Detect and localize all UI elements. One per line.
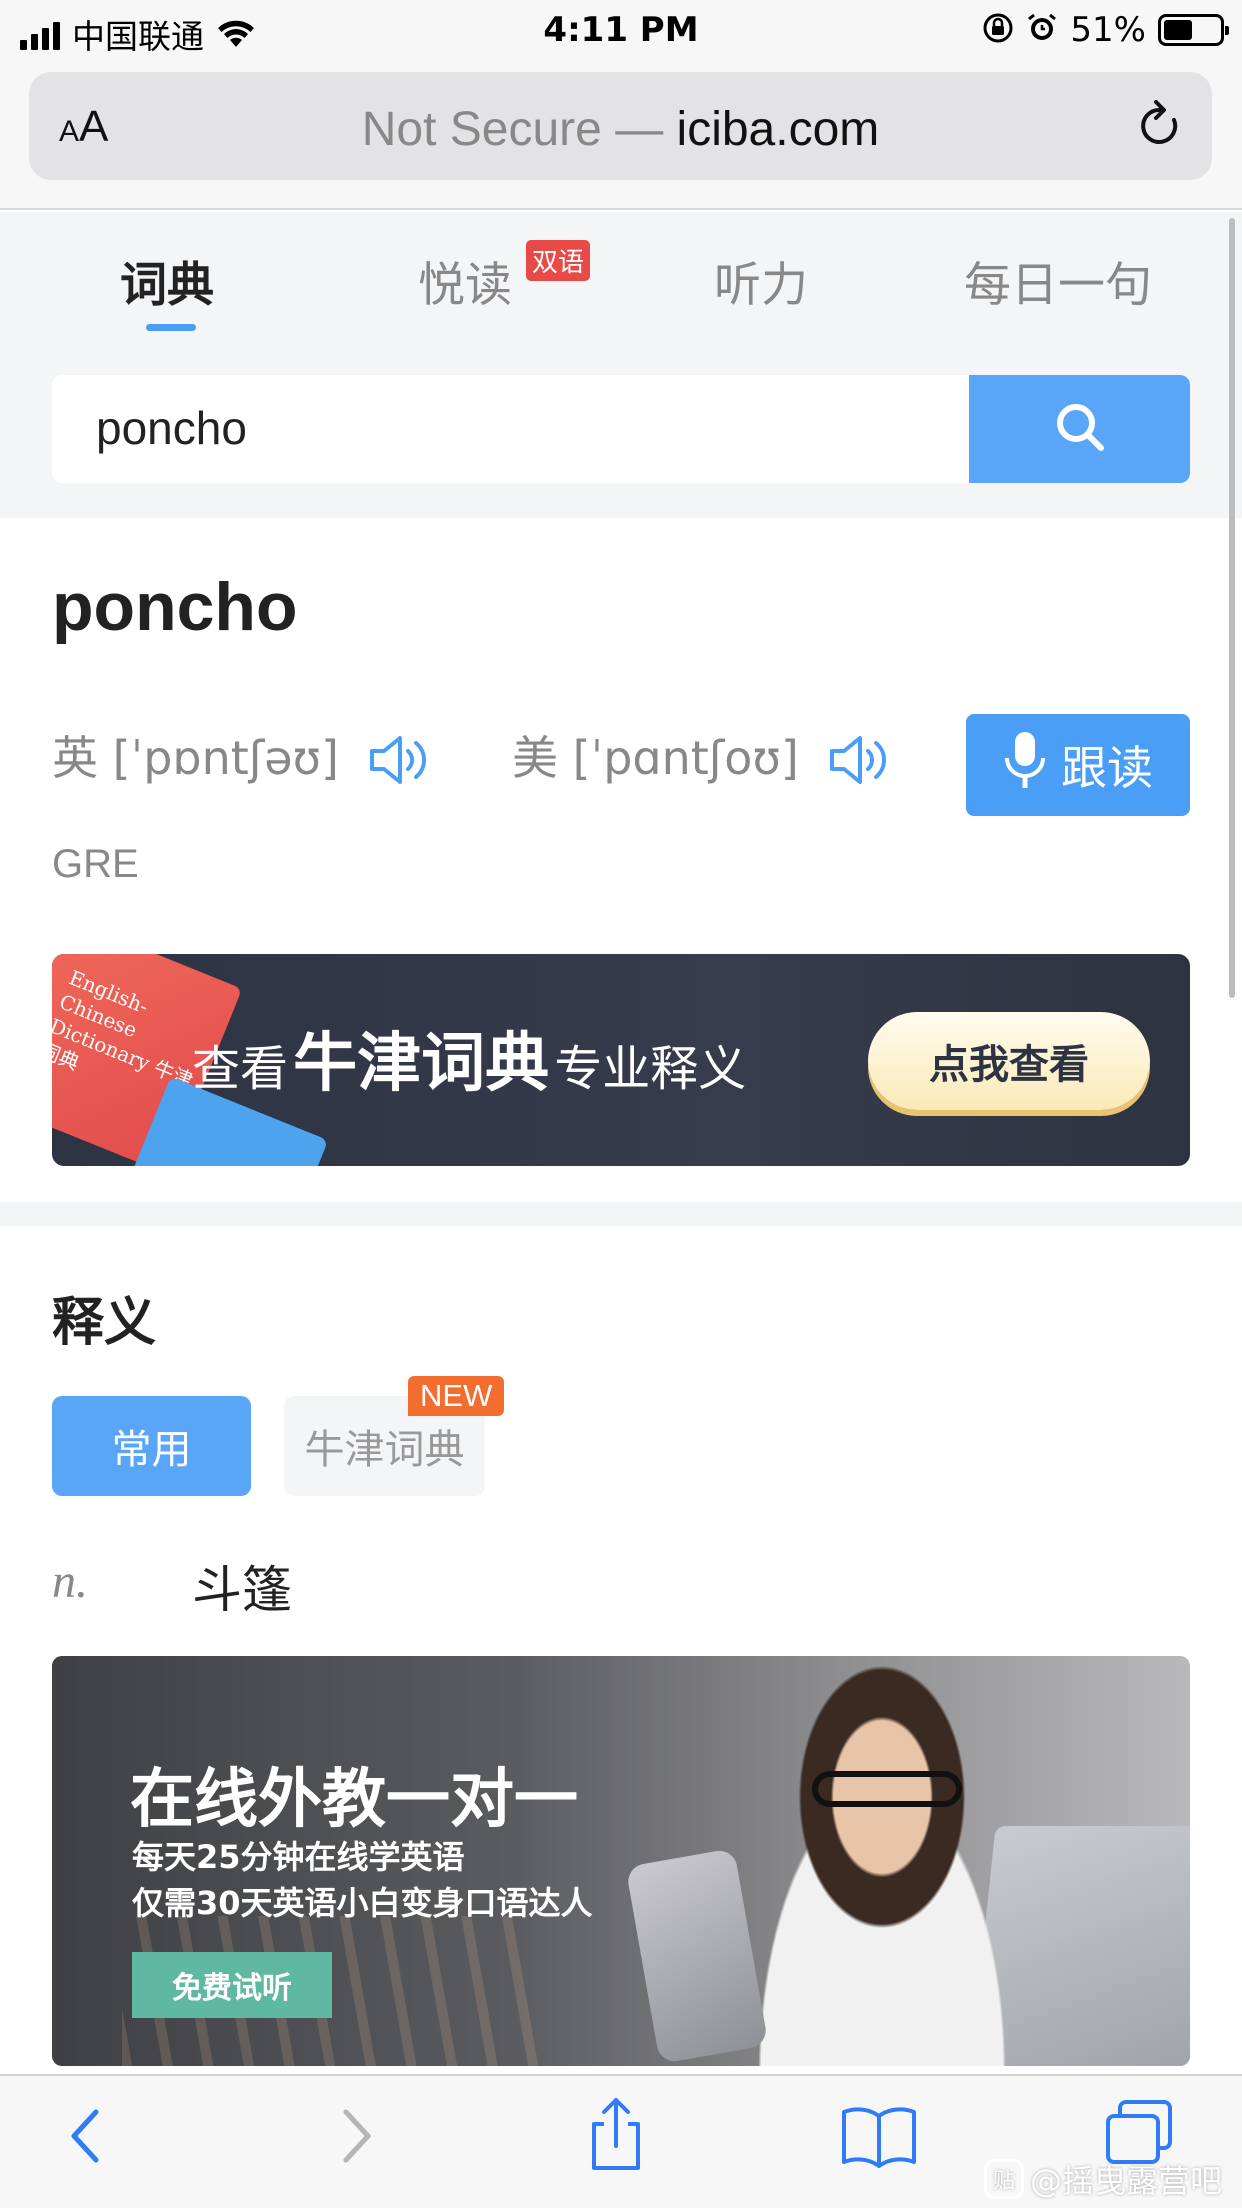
battery-percent: 51% (1070, 10, 1146, 50)
uk-phonetic: 英 [ˈpɒntʃəʊ] (52, 731, 339, 785)
tab-common[interactable]: 常用 (52, 1396, 251, 1496)
forward-icon[interactable] (328, 2104, 382, 2172)
share-icon[interactable] (584, 2094, 648, 2178)
tab-dictionary[interactable]: 词典 (120, 246, 214, 315)
microphone-icon (1003, 730, 1047, 801)
oxford-banner[interactable]: English-Chinese Dictionary 牛津词典 查看 牛津词典 … (52, 954, 1190, 1166)
us-phonetic: 美 [ˈpɑntʃoʊ] (512, 731, 799, 785)
nav-tabs: 词典 悦读 双语 听力 每日一句 (0, 240, 1242, 340)
security-label: Not Secure — (361, 103, 664, 156)
free-trial-button[interactable]: 免费试听 (132, 1952, 332, 2018)
alarm-icon (1026, 12, 1058, 48)
exam-tag: GRE (52, 842, 139, 886)
tab-daily-sentence[interactable]: 每日一句 (964, 246, 1152, 315)
active-tab-indicator (146, 324, 196, 331)
section-divider (0, 1202, 1242, 1226)
bookmarks-icon[interactable] (840, 2104, 918, 2172)
url-display[interactable]: Not Secure — iciba.com (29, 102, 1212, 157)
search-box (52, 375, 970, 483)
ad-line-1: 每天25分钟在线学英语 (132, 1838, 465, 1876)
headword: poncho (52, 569, 298, 645)
ad-line-2: 仅需30天英语小白变身口语达人 (132, 1884, 593, 1922)
tab-reading[interactable]: 悦读 (418, 246, 512, 315)
orientation-lock-icon (982, 12, 1014, 48)
uk-speaker-icon[interactable] (368, 733, 432, 791)
tieba-logo-icon: 贴 (983, 2159, 1024, 2199)
us-speaker-icon[interactable] (828, 733, 892, 791)
search-button[interactable] (969, 375, 1190, 483)
ad-glasses-image (812, 1771, 962, 1807)
reload-icon[interactable] (1134, 98, 1186, 158)
browser-toolbar: 贴 @摇曳露营吧 (0, 2074, 1242, 2208)
new-badge: NEW (408, 1376, 505, 1416)
bilingual-badge: 双语 (526, 240, 591, 281)
watermark: 贴 @摇曳露营吧 (983, 2156, 1222, 2202)
part-of-speech: n. (52, 1555, 88, 1608)
battery-icon (1158, 14, 1229, 46)
ad-headline: 在线外教一对一 (130, 1763, 578, 1837)
address-bar[interactable]: AA Not Secure — iciba.com (29, 72, 1212, 180)
browser-address-area: AA Not Secure — iciba.com (0, 62, 1242, 210)
scrollbar[interactable] (1229, 218, 1235, 998)
definition-meaning: 斗篷 (192, 1561, 292, 1619)
watermark-text: @摇曳露营吧 (1029, 2162, 1222, 2200)
definition-title: 释义 (52, 1293, 157, 1353)
follow-read-label: 跟读 (1061, 741, 1153, 795)
oxford-view-button[interactable]: 点我查看 (868, 1012, 1150, 1110)
domain-label: iciba.com (676, 103, 880, 156)
search-icon (1053, 400, 1107, 458)
follow-read-button[interactable]: 跟读 (966, 714, 1190, 816)
oxford-banner-text: 查看 牛津词典 专业释义 (192, 1027, 747, 1101)
back-icon[interactable] (60, 2104, 114, 2172)
tab-listening[interactable]: 听力 (714, 246, 808, 315)
ad-banner[interactable]: 在线外教一对一 每天25分钟在线学英语 仅需30天英语小白变身口语达人 免费试听 (52, 1656, 1190, 2066)
status-bar: 中国联通 4:11 PM 51% (0, 0, 1242, 62)
search-input[interactable] (96, 401, 896, 455)
